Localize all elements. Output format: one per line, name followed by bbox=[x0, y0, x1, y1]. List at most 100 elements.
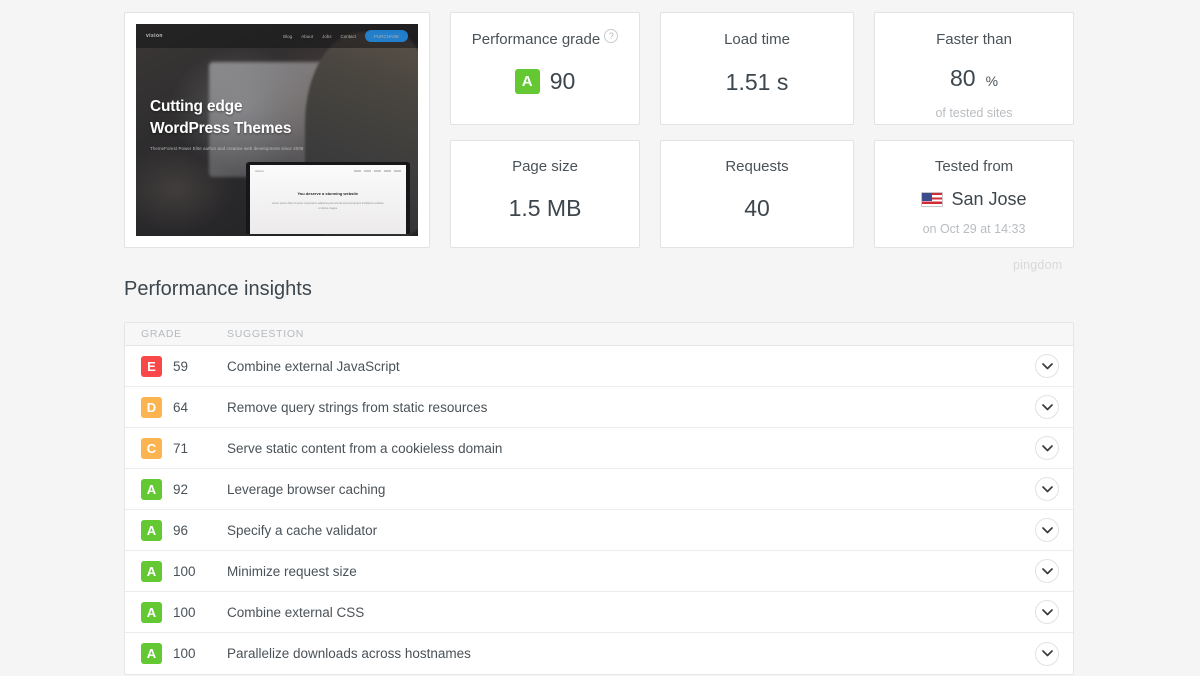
performance-grade-label-row: Performance grade ? bbox=[451, 29, 639, 48]
grade-score: 100 bbox=[173, 604, 196, 620]
table-row[interactable]: A 96 Specify a cache validator bbox=[125, 510, 1073, 551]
requests-label: Requests bbox=[725, 158, 789, 175]
grade-badge: A bbox=[141, 601, 162, 623]
performance-insights-table: GRADE SUGGESTION E 59 Combine external Jav… bbox=[124, 322, 1074, 675]
preview-subheading: ThemeForest Power Elite author and creat… bbox=[150, 146, 304, 151]
preview-nav-item: About bbox=[301, 33, 313, 39]
stat-card-load-time: Load time 1.51 s bbox=[660, 12, 854, 125]
chevron-down-icon[interactable] bbox=[1035, 354, 1059, 378]
cell-grade: A 92 bbox=[141, 478, 227, 500]
preview-heading-line2: WordPress Themes bbox=[150, 120, 292, 137]
suggestion-text: Remove query strings from static resourc… bbox=[227, 399, 488, 415]
stat-card-faster-than: Faster than 80 % of tested sites bbox=[874, 12, 1074, 125]
table-row[interactable]: D 64 Remove query strings from static reso… bbox=[125, 387, 1073, 428]
suggestion-text: Combine external CSS bbox=[227, 604, 365, 620]
grade-badge: A bbox=[514, 69, 540, 94]
suggestion-text: Parallelize downloads across hostnames bbox=[227, 646, 471, 661]
suggestion-text: Leverage browser caching bbox=[227, 481, 386, 497]
stat-card-performance-grade: Performance grade ? A 90 bbox=[450, 12, 640, 125]
preview-nav-item: Blog bbox=[283, 33, 293, 39]
preview-navbar: vision Blog About Jobs Contact PURCHASE bbox=[136, 24, 418, 48]
chevron-down-icon[interactable] bbox=[1035, 436, 1059, 460]
load-time-label: Load time bbox=[724, 31, 790, 48]
load-time-value: 1.51 s bbox=[725, 69, 789, 95]
performance-grade-label: Performance grade bbox=[471, 31, 601, 48]
chevron-down-icon[interactable] bbox=[1035, 395, 1059, 419]
suggestion-text: Serve static content from a cookieless d… bbox=[227, 440, 503, 456]
grade-badge: C bbox=[141, 437, 162, 459]
grade-badge: A bbox=[141, 560, 162, 582]
cell-grade: E 59 bbox=[141, 355, 227, 377]
performance-grade-value-row: A 90 bbox=[451, 69, 639, 94]
cell-grade: D 64 bbox=[141, 396, 227, 418]
grade-score: 71 bbox=[173, 440, 189, 456]
grade-score: 92 bbox=[173, 481, 189, 497]
preview-logo: vision bbox=[146, 33, 163, 39]
requests-value: 40 bbox=[744, 195, 770, 221]
device-nav-links bbox=[353, 169, 401, 172]
question-circle-icon[interactable]: ? bbox=[604, 29, 619, 43]
site-screenshot-card[interactable]: vision Blog About Jobs Contact PURCHASE … bbox=[124, 12, 430, 248]
stat-card-requests: Requests 40 bbox=[660, 140, 854, 248]
preview-hero: Cutting edge WordPress Themes ThemeFores… bbox=[150, 96, 404, 151]
device-title: You deserve a stunning website bbox=[297, 191, 359, 197]
faster-than-value-row: 80 % bbox=[875, 67, 1073, 90]
table-row[interactable]: A 100 Minimize request size bbox=[125, 551, 1073, 592]
tested-from-timestamp: on Oct 29 at 14:33 bbox=[922, 222, 1026, 236]
preview-device-screen: vision You deserve a stunning website Lo… bbox=[249, 164, 406, 234]
cell-grade: A 100 bbox=[141, 601, 227, 623]
device-logo: vision bbox=[254, 168, 264, 173]
stat-card-page-size: Page size 1.5 MB bbox=[450, 140, 640, 248]
table-row[interactable]: A 100 Parallelize downloads across hostnam… bbox=[125, 633, 1073, 674]
performance-insights-title: Performance insights bbox=[124, 278, 312, 300]
table-row[interactable]: A 100 Combine external CSS bbox=[125, 592, 1073, 633]
chevron-down-icon[interactable] bbox=[1035, 518, 1059, 542]
faster-than-unit: % bbox=[985, 73, 999, 89]
preview-nav-item: Jobs bbox=[321, 33, 332, 39]
preview-nav-item: Contact bbox=[340, 33, 356, 39]
table-row[interactable]: C 71 Serve static content from a cookieles… bbox=[125, 428, 1073, 469]
preview-device-mockup: vision You deserve a stunning website Lo… bbox=[245, 161, 410, 234]
grade-score: 100 bbox=[173, 646, 196, 661]
grade-badge: E bbox=[141, 355, 162, 377]
cell-grade: A 100 bbox=[141, 643, 227, 664]
column-header-grade: GRADE bbox=[141, 328, 182, 340]
grade-badge: A bbox=[141, 478, 162, 500]
page-size-label: Page size bbox=[512, 158, 578, 175]
grade-badge: A bbox=[141, 643, 162, 664]
tested-from-location: San Jose bbox=[951, 189, 1027, 209]
suggestion-text: Combine external JavaScript bbox=[227, 358, 400, 374]
grade-score: 100 bbox=[173, 563, 196, 579]
suggestion-text: Minimize request size bbox=[227, 563, 357, 579]
chevron-down-icon[interactable] bbox=[1035, 641, 1059, 666]
cell-grade: A 100 bbox=[141, 560, 227, 582]
grade-score: 64 bbox=[173, 399, 189, 415]
device-body: Lorem ipsum dolor sit amet consectetur a… bbox=[271, 202, 384, 210]
pingdom-speed-test-report: vision Blog About Jobs Contact PURCHASE … bbox=[0, 0, 1200, 676]
cell-grade: A 96 bbox=[141, 519, 227, 541]
column-header-suggestion: SUGGESTION bbox=[227, 328, 305, 340]
stat-card-tested-from: Tested from San Jose on Oct 29 at 14:33 bbox=[874, 140, 1074, 248]
summary-section: vision Blog About Jobs Contact PURCHASE … bbox=[124, 12, 1074, 248]
preview-cta-button: PURCHASE bbox=[364, 30, 408, 42]
table-row[interactable]: E 59 Combine external JavaScript bbox=[125, 346, 1073, 387]
chevron-down-icon[interactable] bbox=[1035, 600, 1059, 624]
table-body: E 59 Combine external JavaScript D 64 Remove … bbox=[125, 346, 1073, 674]
faster-than-value: 80 bbox=[949, 65, 976, 91]
preview-nav-links: Blog About Jobs Contact PURCHASE bbox=[283, 30, 408, 42]
grade-score: 59 bbox=[173, 358, 189, 374]
grade-badge: A bbox=[141, 519, 162, 541]
site-screenshot-preview: vision Blog About Jobs Contact PURCHASE … bbox=[136, 24, 418, 236]
device-navbar: vision bbox=[255, 169, 401, 173]
table-header-row: GRADE SUGGESTION bbox=[125, 323, 1073, 346]
chevron-down-icon[interactable] bbox=[1035, 477, 1059, 501]
grade-badge: D bbox=[141, 396, 162, 418]
faster-than-label: Faster than bbox=[936, 31, 1012, 48]
cell-grade: C 71 bbox=[141, 437, 227, 459]
tested-from-label: Tested from bbox=[934, 158, 1014, 175]
table-row[interactable]: A 92 Leverage browser caching bbox=[125, 469, 1073, 510]
page-size-value: 1.5 MB bbox=[508, 195, 582, 221]
faster-than-sublabel: of tested sites bbox=[935, 106, 1013, 120]
chevron-down-icon[interactable] bbox=[1035, 559, 1059, 583]
pingdom-watermark: pingdom bbox=[1013, 258, 1063, 272]
